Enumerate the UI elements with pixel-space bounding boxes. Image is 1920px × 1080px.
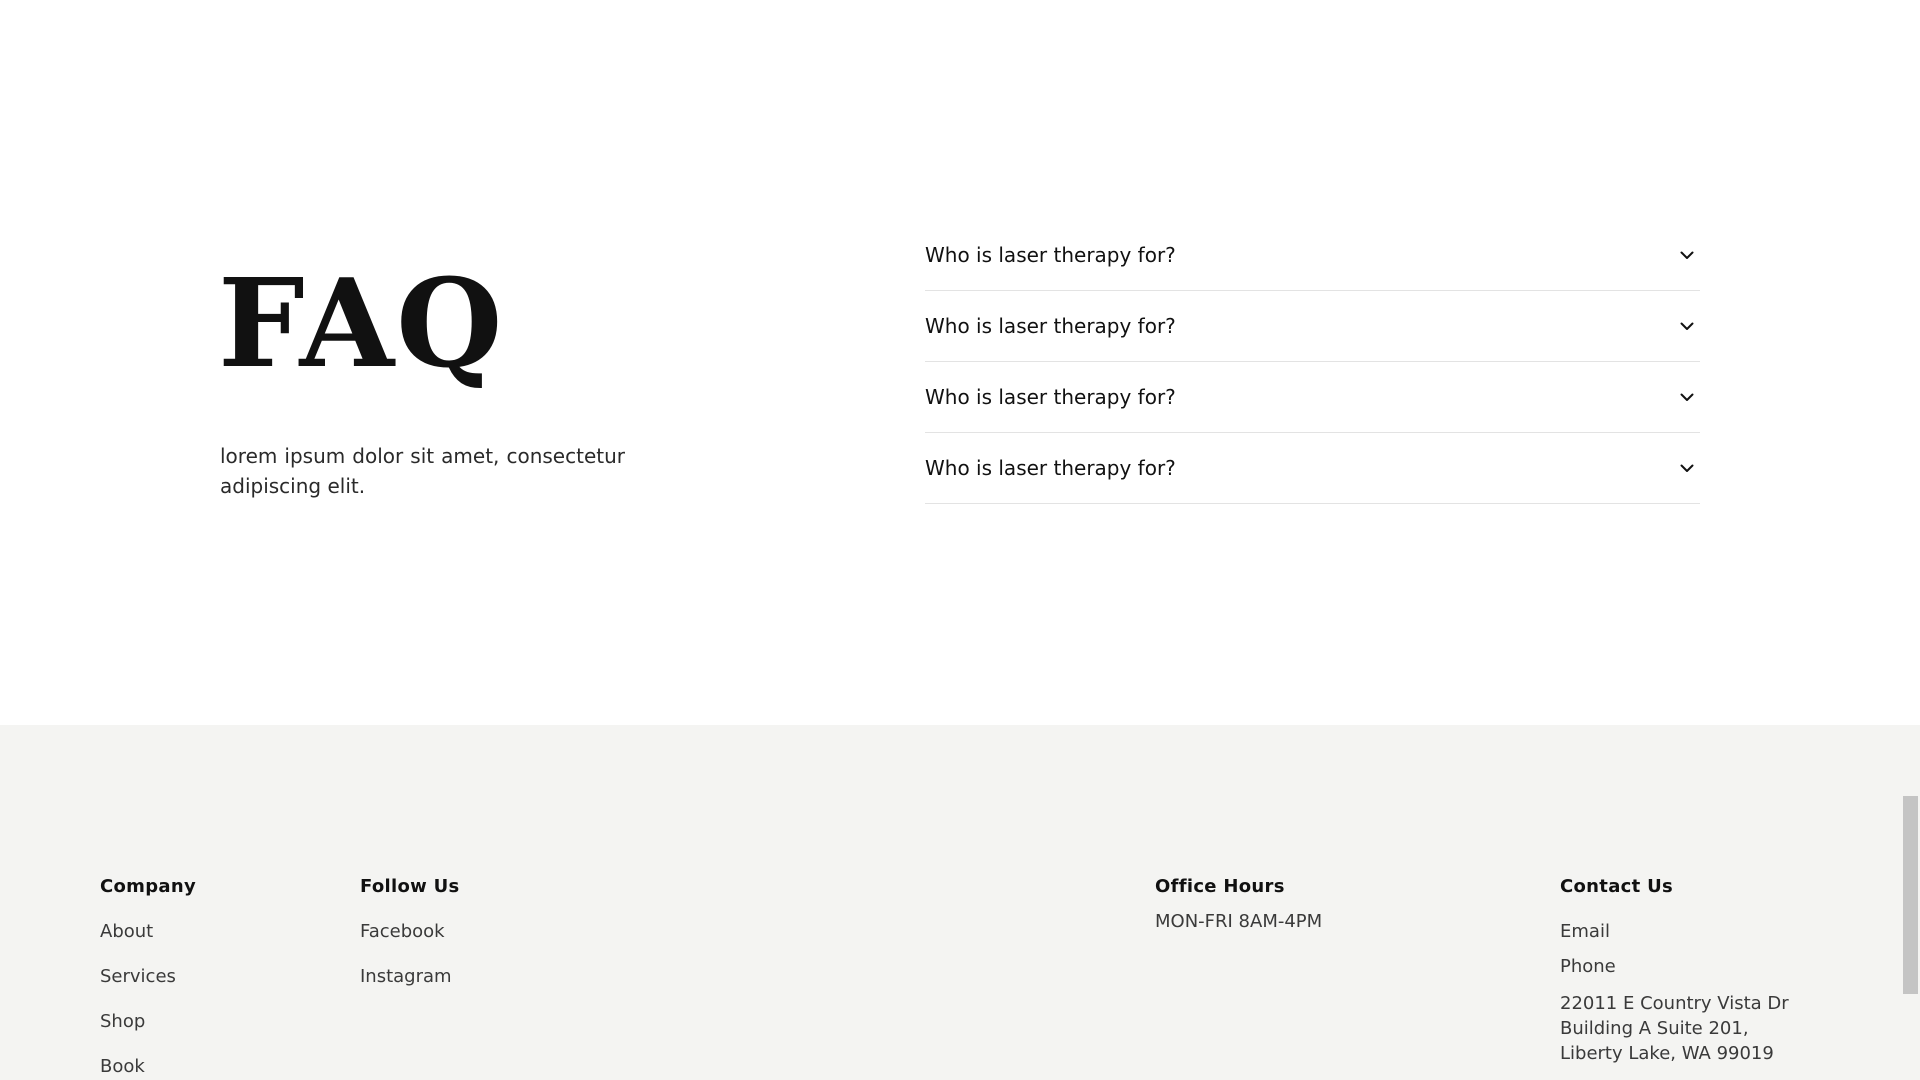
- footer-link-instagram[interactable]: Instagram: [360, 966, 460, 987]
- faq-question: Who is laser therapy for?: [925, 243, 1176, 267]
- footer-hours-column: Office Hours MON-FRI 8AM-4PM: [1155, 877, 1322, 934]
- footer-contact-links: Email Phone: [1560, 921, 1789, 977]
- chevron-down-icon[interactable]: [1676, 244, 1698, 266]
- office-hours-text: MON-FRI 8AM-4PM: [1155, 911, 1323, 932]
- faq-item-1[interactable]: Who is laser therapy for?: [925, 220, 1700, 291]
- faq-item-2[interactable]: Who is laser therapy for?: [925, 291, 1700, 362]
- footer-follow-links: Facebook Instagram: [360, 921, 460, 987]
- footer-contact-heading: Contact Us: [1560, 876, 1674, 897]
- footer-company-heading: Company: [100, 876, 197, 897]
- chevron-down-icon[interactable]: [1676, 315, 1698, 337]
- address-line-1: 22011 E Country Vista Dr: [1560, 993, 1789, 1014]
- faq-question: Who is laser therapy for?: [925, 314, 1176, 338]
- faq-section: FAQ lorem ipsum dolor sit amet, consecte…: [0, 0, 1920, 725]
- footer-contact-column: Contact Us Email Phone 22011 E Country V…: [1560, 877, 1789, 1066]
- footer-hours-heading: Office Hours: [1155, 876, 1285, 897]
- address-line-3: Liberty Lake, WA 99019: [1560, 1043, 1774, 1064]
- faq-title: FAQ: [218, 251, 505, 395]
- page: FAQ lorem ipsum dolor sit amet, consecte…: [0, 0, 1920, 1080]
- faq-item-4[interactable]: Who is laser therapy for?: [925, 433, 1700, 504]
- footer-link-email[interactable]: Email: [1560, 921, 1789, 942]
- footer-company-links: About Services Shop Book: [100, 921, 196, 1077]
- chevron-down-icon[interactable]: [1676, 386, 1698, 408]
- footer-link-about[interactable]: About: [100, 921, 196, 942]
- faq-item-3[interactable]: Who is laser therapy for?: [925, 362, 1700, 433]
- footer-follow-heading: Follow Us: [360, 876, 460, 897]
- footer-link-book[interactable]: Book: [100, 1056, 196, 1077]
- faq-accordion: Who is laser therapy for? Who is laser t…: [925, 220, 1700, 504]
- footer-link-phone[interactable]: Phone: [1560, 956, 1789, 977]
- scrollbar-thumb[interactable]: [1903, 796, 1918, 994]
- address-line-2: Building A Suite 201,: [1560, 1018, 1749, 1039]
- footer-link-facebook[interactable]: Facebook: [360, 921, 460, 942]
- footer-link-shop[interactable]: Shop: [100, 1011, 196, 1032]
- chevron-down-icon[interactable]: [1676, 457, 1698, 479]
- footer-company-column: Company About Services Shop Book: [100, 877, 196, 1080]
- faq-question: Who is laser therapy for?: [925, 385, 1176, 409]
- footer-follow-column: Follow Us Facebook Instagram: [360, 877, 460, 1011]
- footer-link-services[interactable]: Services: [100, 966, 196, 987]
- faq-question: Who is laser therapy for?: [925, 456, 1176, 480]
- footer: Company About Services Shop Book Follow …: [0, 725, 1920, 1080]
- faq-description: lorem ipsum dolor sit amet, consectetur …: [220, 444, 625, 498]
